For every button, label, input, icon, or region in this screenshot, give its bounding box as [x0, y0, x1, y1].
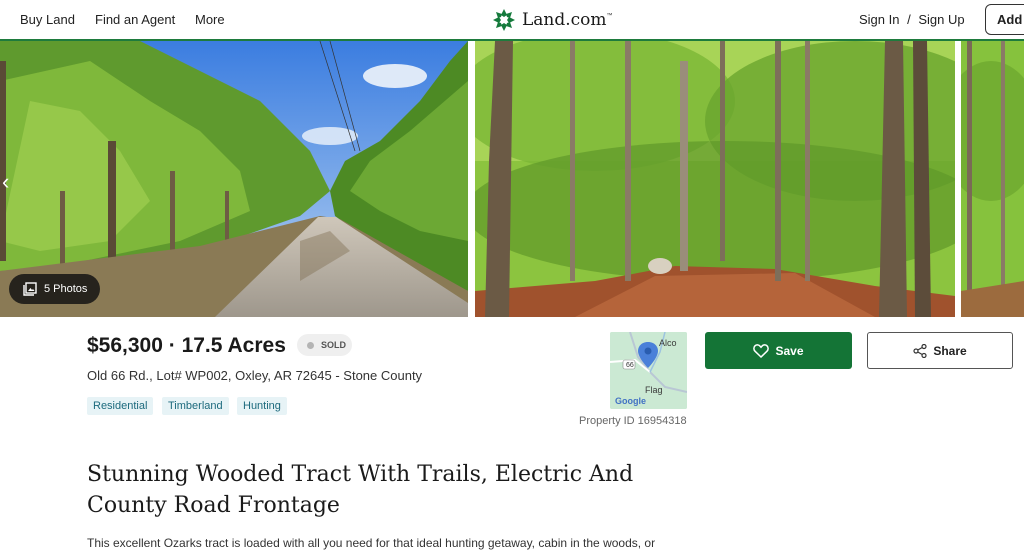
status-badge: SOLD [297, 334, 352, 356]
tag-timberland[interactable]: Timberland [162, 397, 229, 415]
share-icon [913, 343, 927, 358]
sign-in-link[interactable]: Sign In [859, 12, 899, 27]
site-logo[interactable]: Land.com ™ [492, 8, 613, 32]
auth-links: Sign In / Sign Up [859, 12, 965, 27]
photo-gallery: ‹ 5 Photos [0, 41, 1024, 317]
photos-icon [23, 282, 37, 296]
sign-up-link[interactable]: Sign Up [918, 12, 964, 27]
google-logo: Google [615, 396, 646, 406]
save-button[interactable]: Save [705, 332, 852, 369]
logo-trademark: ™ [606, 13, 613, 19]
listing-description: This excellent Ozarks tract is loaded wi… [87, 536, 656, 550]
chevron-left-icon[interactable]: ‹ [2, 169, 9, 195]
map-route-label: 66 [626, 362, 634, 369]
auth-separator: / [907, 12, 911, 27]
photo-count-button[interactable]: 5 Photos [9, 274, 100, 304]
map-label-alco: Alco [659, 338, 677, 348]
gallery-photo-road[interactable]: ‹ 5 Photos [0, 41, 468, 317]
nav-more[interactable]: More [195, 12, 225, 27]
gallery-photo-next[interactable] [961, 41, 1024, 317]
site-header: Buy Land Find an Agent More Land.com ™ Si… [0, 0, 1024, 41]
nav-find-agent[interactable]: Find an Agent [95, 12, 175, 27]
property-address: Old 66 Rd., Lot# WP002, Oxley, AR 72645 … [87, 368, 423, 383]
share-button[interactable]: Share [867, 332, 1013, 369]
price-acres: $56,300 · 17.5 Acres [87, 334, 286, 357]
map-label-flag: Flag [645, 385, 663, 395]
next-photo-image [961, 41, 1024, 317]
tag-hunting[interactable]: Hunting [237, 397, 287, 415]
tag-residential[interactable]: Residential [87, 397, 154, 415]
forest-photo-image [475, 41, 955, 317]
status-dot [307, 341, 314, 349]
heart-icon [753, 343, 770, 358]
photo-count-label: 5 Photos [44, 283, 88, 295]
add-listing-button[interactable]: Add [985, 4, 1024, 35]
nav-buy-land[interactable]: Buy Land [20, 12, 75, 27]
status-label: SOLD [321, 340, 347, 350]
logo-text: Land.com [522, 10, 607, 30]
property-id: Property ID 16954318 [579, 415, 687, 427]
gallery-photo-forest[interactable] [475, 41, 955, 317]
map-thumbnail[interactable]: 66 Alco Flag Google [610, 332, 687, 409]
listing-headline: Stunning Wooded Tract With Trails, Elect… [87, 462, 634, 518]
save-label: Save [775, 343, 804, 358]
share-label: Share [933, 343, 967, 358]
logo-icon [493, 9, 515, 31]
